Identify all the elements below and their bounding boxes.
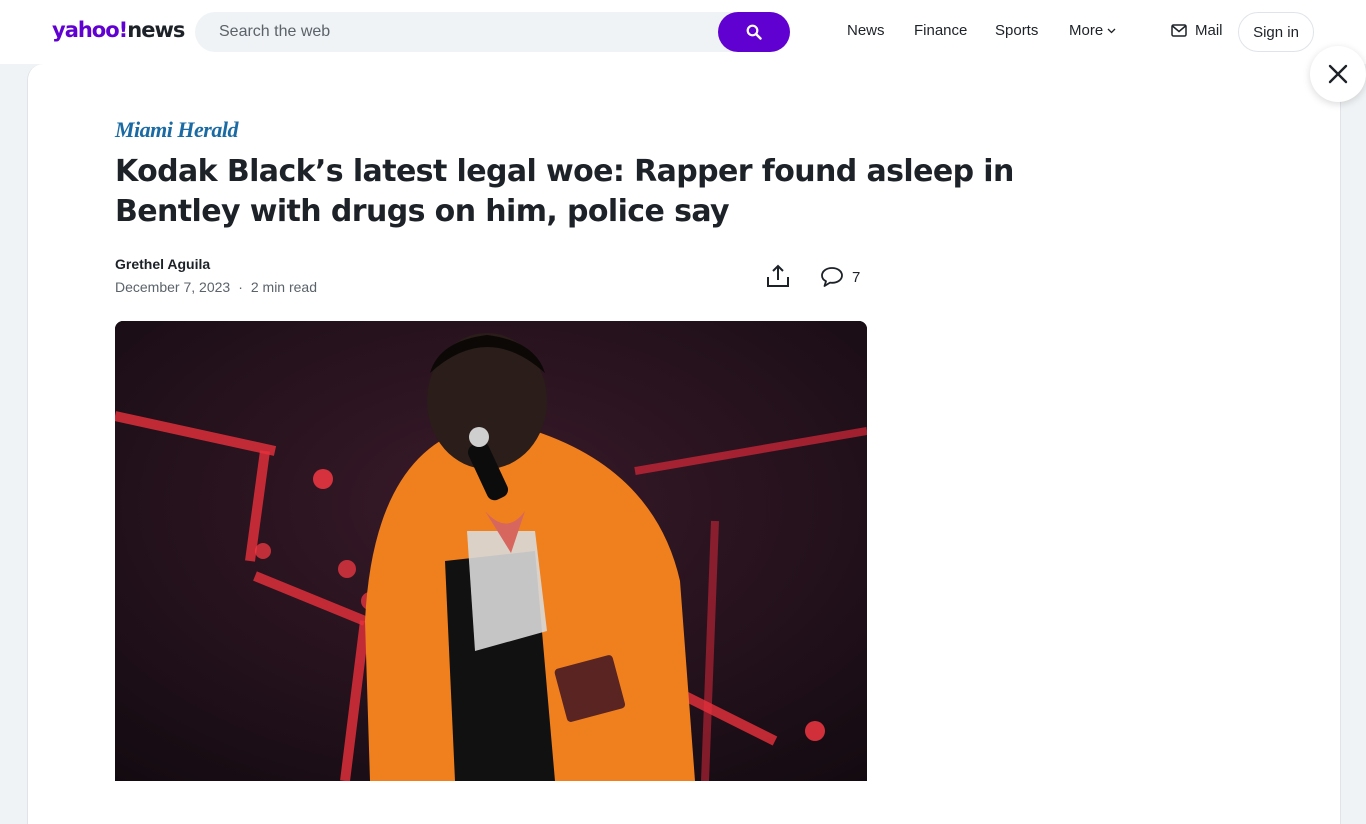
search-icon	[746, 24, 762, 40]
mail-icon	[1171, 24, 1187, 37]
nav-sports[interactable]: Sports	[995, 22, 1038, 39]
nav-finance[interactable]: Finance	[914, 22, 967, 39]
article-headline: Kodak Black’s latest legal woe: Rapper f…	[115, 154, 1014, 229]
top-header: yahoo!news News Finance Sports More Mail…	[0, 0, 1366, 64]
logo-yahoo-text: yahoo!	[52, 18, 128, 42]
meta-separator: ·	[238, 279, 243, 295]
search-input[interactable]	[195, 12, 710, 52]
close-icon	[1328, 64, 1348, 84]
publisher-logo[interactable]: Miami Herald	[115, 117, 238, 143]
search-bar	[195, 12, 790, 52]
author-name[interactable]: Grethel Aguila	[115, 256, 210, 272]
sign-in-button[interactable]: Sign in	[1238, 12, 1314, 52]
close-button[interactable]	[1310, 46, 1366, 102]
comment-count: 7	[852, 268, 861, 286]
share-icon	[767, 264, 789, 287]
nav-more-label: More	[1069, 22, 1104, 39]
publish-date: December 7, 2023	[115, 279, 231, 295]
nav-more[interactable]: More	[1069, 22, 1116, 39]
mail-link[interactable]: Mail	[1171, 22, 1223, 39]
yahoo-news-logo[interactable]: yahoo!news	[52, 18, 185, 42]
article-meta: December 7, 2023 · 2 min read	[115, 279, 317, 295]
mail-label: Mail	[1195, 22, 1223, 39]
search-button[interactable]	[718, 12, 790, 52]
read-time: 2 min read	[250, 279, 318, 295]
hero-photo	[115, 321, 867, 781]
logo-news-text: news	[127, 18, 185, 42]
nav-news[interactable]: News	[847, 22, 885, 39]
hero-image	[115, 321, 867, 781]
share-button[interactable]	[765, 263, 791, 289]
comments-button[interactable]: 7	[820, 266, 860, 288]
chevron-down-icon	[1107, 28, 1116, 33]
comment-icon	[821, 267, 843, 287]
